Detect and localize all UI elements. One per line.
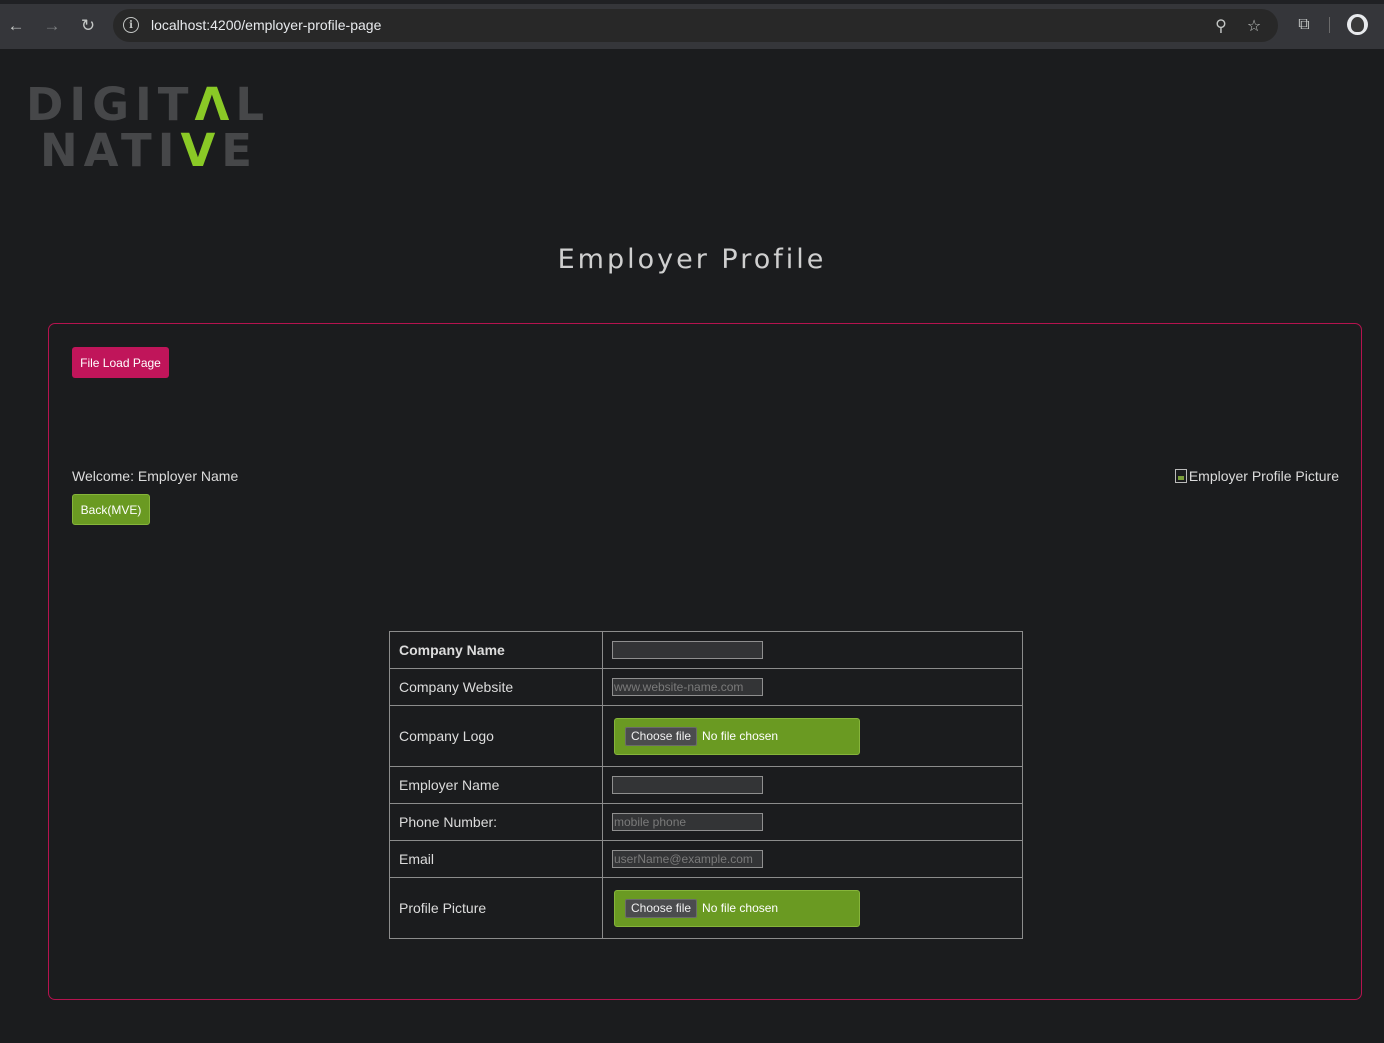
bookmark-star-icon[interactable]: ☆ <box>1244 16 1264 36</box>
form-label: Phone Number: <box>389 803 603 841</box>
form-label: Profile Picture <box>389 877 603 939</box>
logo-line-2: NATIVE <box>40 128 258 173</box>
form-row-email: Email <box>389 840 1023 878</box>
form-field-cell: Choose file No file chosen <box>602 877 1023 939</box>
zoom-icon[interactable]: ⚲ <box>1211 16 1231 36</box>
form-field-cell: Choose file No file chosen <box>602 705 1023 767</box>
form-row-employer-name: Employer Name <box>389 766 1023 804</box>
form-field-cell <box>602 668 1023 706</box>
company-name-input[interactable] <box>612 641 763 659</box>
form-row-phone-number: Phone Number: <box>389 803 1023 841</box>
address-bar[interactable]: i localhost:4200/employer-profile-page ⚲… <box>113 9 1278 42</box>
form-row-company-logo: Company Logo Choose file No file chosen <box>389 705 1023 767</box>
company-logo-file-input[interactable]: Choose file No file chosen <box>614 717 860 755</box>
file-status: No file chosen <box>702 901 779 915</box>
employer-profile-picture: Employer Profile Picture <box>1174 468 1339 484</box>
form-label: Company Website <box>389 668 603 706</box>
address-url[interactable]: localhost:4200/employer-profile-page <box>151 17 381 33</box>
logo-text: E <box>221 124 259 177</box>
phone-number-input[interactable] <box>612 813 763 831</box>
employer-profile-form: Company Name Company Website Company Log… <box>389 631 1023 939</box>
form-field-cell <box>602 766 1023 804</box>
forward-arrow-icon[interactable]: → <box>40 13 64 37</box>
email-input[interactable] <box>612 850 763 868</box>
form-row-profile-picture: Profile Picture Choose file No file chos… <box>389 877 1023 939</box>
form-label: Company Logo <box>389 705 603 767</box>
logo-line-1: DIGITΛL <box>26 82 270 127</box>
file-status: No file chosen <box>702 729 779 743</box>
reload-icon[interactable]: ↻ <box>76 13 100 37</box>
employer-name-input[interactable] <box>612 776 763 794</box>
company-website-input[interactable] <box>612 678 763 696</box>
digital-native-logo: DIGITΛL NATIVE <box>26 82 264 173</box>
page-title: Employer Profile <box>557 244 827 275</box>
tab-strip <box>0 0 1384 4</box>
logo-accent: V <box>180 124 222 177</box>
form-label: Company Name <box>389 631 603 669</box>
profile-panel: File Load Page Welcome: Employer Name Ba… <box>48 323 1362 1000</box>
choose-file-button[interactable]: Choose file <box>625 898 698 918</box>
form-row-company-website: Company Website <box>389 668 1023 706</box>
toolbar-separator <box>1329 17 1330 33</box>
form-label: Email <box>389 840 603 878</box>
form-row-company-name: Company Name <box>389 631 1023 669</box>
back-mve-button[interactable]: Back(MVE) <box>72 494 150 525</box>
extensions-puzzle-icon[interactable]: ⧉ <box>1292 13 1316 37</box>
welcome-text: Welcome: Employer Name <box>72 468 239 484</box>
profile-avatar-icon[interactable] <box>1347 14 1368 35</box>
back-arrow-icon[interactable]: ← <box>4 13 28 37</box>
browser-toolbar: ← → ↻ i localhost:4200/employer-profile-… <box>0 0 1384 49</box>
profile-picture-alt-text: Employer Profile Picture <box>1188 468 1339 484</box>
broken-image-icon <box>1174 469 1187 483</box>
form-field-cell <box>602 631 1023 669</box>
site-info-icon[interactable]: i <box>123 17 139 33</box>
logo-text: NATI <box>40 124 181 177</box>
profile-picture-file-input[interactable]: Choose file No file chosen <box>614 889 860 927</box>
form-field-cell <box>602 840 1023 878</box>
form-field-cell <box>602 803 1023 841</box>
form-label: Employer Name <box>389 766 603 804</box>
choose-file-button[interactable]: Choose file <box>625 726 698 746</box>
file-load-page-button[interactable]: File Load Page <box>72 347 169 378</box>
